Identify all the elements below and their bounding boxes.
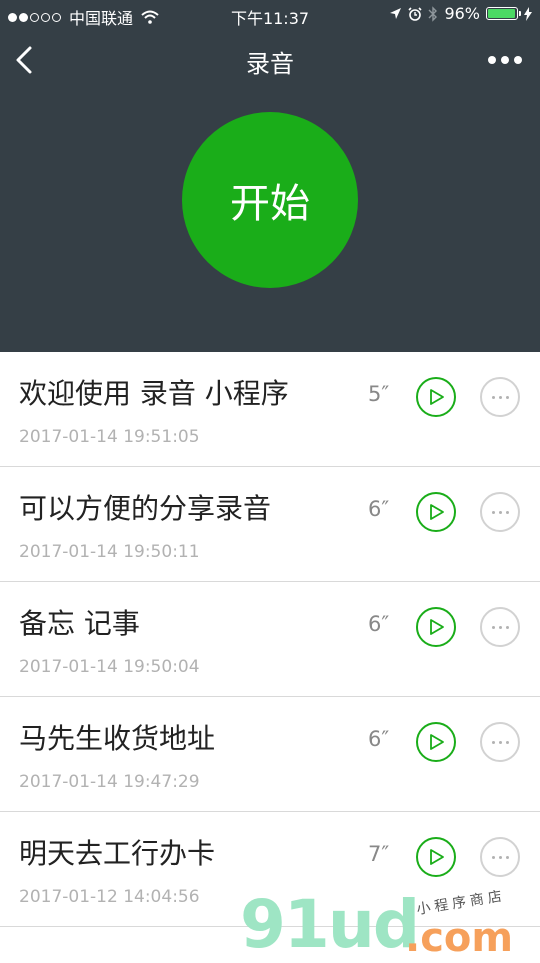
battery-tip	[519, 11, 521, 16]
battery-icon	[486, 7, 521, 20]
more-dot	[505, 740, 509, 744]
more-dot	[491, 395, 495, 399]
more-dot	[488, 56, 496, 64]
recording-title: 欢迎使用 录音 小程序	[19, 377, 289, 410]
start-record-label: 开始	[230, 181, 310, 227]
play-button[interactable]	[416, 607, 456, 647]
recording-datetime: 2017-01-14 19:50:11	[19, 542, 200, 562]
recording-duration: 6″	[368, 727, 390, 751]
recording-datetime: 2017-01-14 19:50:04	[19, 657, 200, 677]
recording-title: 备忘 记事	[19, 607, 140, 640]
play-icon	[430, 734, 444, 750]
more-dot	[501, 56, 509, 64]
item-more-button[interactable]	[480, 837, 520, 877]
recording-datetime: 2017-01-14 19:51:05	[19, 427, 200, 447]
play-icon	[430, 389, 444, 405]
more-dot	[498, 510, 502, 514]
play-icon	[430, 619, 444, 635]
recording-title: 马先生收货地址	[19, 722, 216, 755]
recording-title: 可以方便的分享录音	[19, 492, 272, 525]
recording-item[interactable]: 可以方便的分享录音 2017-01-14 19:50:11 6″	[0, 467, 540, 582]
battery-fill	[488, 9, 515, 18]
recording-datetime: 2017-01-12 14:04:56	[19, 887, 200, 907]
battery-percent: 96%	[444, 4, 480, 23]
watermark: 91ud .com 小程序商店	[240, 886, 540, 963]
more-dot	[498, 395, 502, 399]
more-options-icon[interactable]	[483, 56, 522, 64]
more-dot	[505, 395, 509, 399]
item-more-button[interactable]	[480, 722, 520, 762]
status-bar: 中国联通 下午11:37 96%	[0, 0, 540, 30]
recording-duration: 6″	[368, 612, 390, 636]
more-dot	[505, 510, 509, 514]
play-button[interactable]	[416, 837, 456, 877]
status-right: 96%	[383, 4, 532, 23]
more-dot	[491, 740, 495, 744]
more-dot	[505, 855, 509, 859]
alarm-clock-icon	[408, 6, 423, 21]
bluetooth-icon	[428, 5, 438, 22]
play-icon	[430, 849, 444, 865]
more-dot	[491, 855, 495, 859]
recording-duration: 6″	[368, 497, 390, 521]
recording-title: 明天去工行办卡	[19, 837, 216, 870]
item-more-button[interactable]	[480, 492, 520, 532]
more-dot	[514, 56, 522, 64]
item-more-button[interactable]	[480, 377, 520, 417]
play-button[interactable]	[416, 722, 456, 762]
play-button[interactable]	[416, 377, 456, 417]
more-dot	[491, 510, 495, 514]
recording-list: 欢迎使用 录音 小程序 2017-01-14 19:51:05 5″ 可以方便的…	[0, 352, 540, 927]
start-record-button[interactable]: 开始	[182, 112, 358, 288]
play-button[interactable]	[416, 492, 456, 532]
page-title: 录音	[246, 50, 294, 78]
navigation-bar: 录音	[0, 30, 540, 90]
play-icon	[430, 504, 444, 520]
more-dot	[498, 855, 502, 859]
watermark-logo: 91ud	[240, 886, 420, 963]
item-more-button[interactable]	[480, 607, 520, 647]
more-dot	[498, 740, 502, 744]
more-dot	[498, 625, 502, 629]
location-arrow-icon	[390, 8, 402, 19]
recording-duration: 5″	[368, 382, 390, 406]
more-dot	[505, 625, 509, 629]
watermark-domain: .com	[405, 915, 514, 961]
charging-bolt-icon	[524, 6, 532, 21]
recording-item[interactable]: 备忘 记事 2017-01-14 19:50:04 6″	[0, 582, 540, 697]
recording-item[interactable]: 欢迎使用 录音 小程序 2017-01-14 19:51:05 5″	[0, 352, 540, 467]
recording-duration: 7″	[368, 842, 390, 866]
more-dot	[491, 625, 495, 629]
watermark-caption: 小程序商店	[415, 888, 507, 918]
recording-datetime: 2017-01-14 19:47:29	[19, 772, 200, 792]
recording-item[interactable]: 马先生收货地址 2017-01-14 19:47:29 6″	[0, 697, 540, 812]
header: 中国联通 下午11:37 96% 录音 开始	[0, 0, 540, 352]
